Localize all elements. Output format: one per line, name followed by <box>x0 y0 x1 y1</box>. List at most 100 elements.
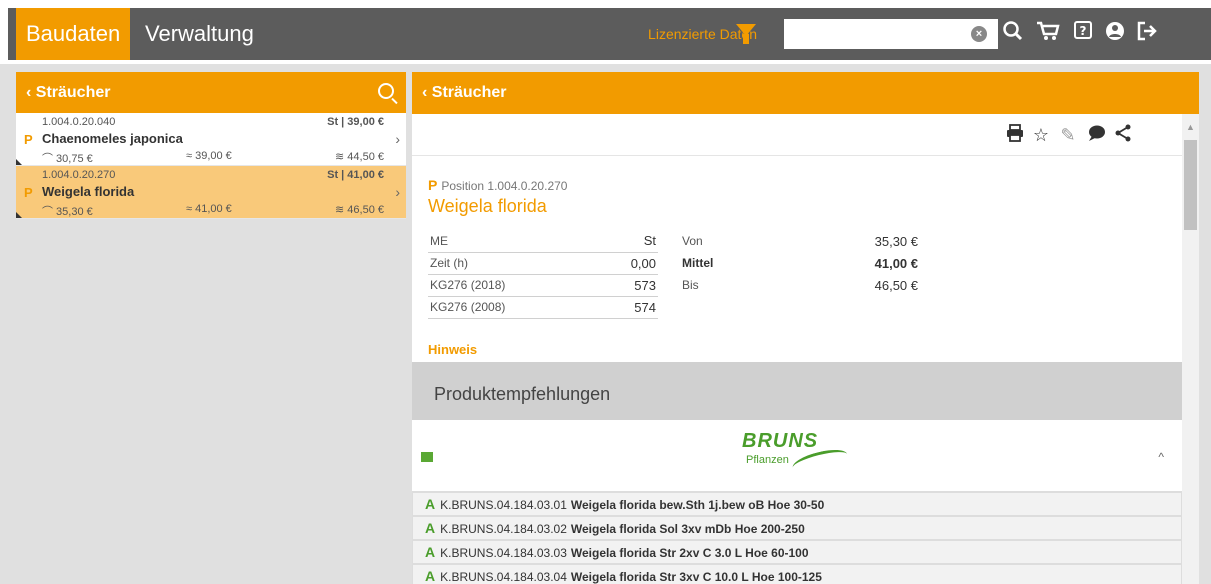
price-value: 35,30 € <box>874 233 918 249</box>
item-name: Weigela florida <box>42 184 135 199</box>
position-line: P Position 1.004.0.20.270 <box>428 177 567 193</box>
table-row: Zeit (h) 0,00 <box>428 252 658 275</box>
brand-row[interactable]: BRUNS Pflanzen ^ <box>412 420 1182 492</box>
item-max-price: ≋ 44,50 € <box>335 151 384 163</box>
product-type-icon: A <box>425 544 436 560</box>
product-row[interactable]: A K.BRUNS.04.184.03.02 Weigela florida Sol… <box>412 516 1182 540</box>
attr-value: 573 <box>595 274 658 297</box>
edit-icon[interactable]: ✎ <box>1057 124 1079 146</box>
bruns-logo: BRUNS Pflanzen <box>742 430 852 477</box>
item-code: 1.004.0.20.040 <box>42 116 116 128</box>
svg-text:?: ? <box>1080 24 1087 38</box>
attributes-table: ME St Zeit (h) 0,00 KG276 (2018) 573 KG276 … <box>428 230 658 319</box>
item-price: St | 39,00 € <box>327 116 384 128</box>
table-row: Von 35,30 € <box>680 230 920 252</box>
position-icon: P <box>24 185 33 200</box>
product-recommendations-heading: Produktempfehlungen <box>412 362 1182 420</box>
product-desc: Weigela florida Str 3xv C 10.0 L Hoe 100… <box>570 570 822 584</box>
attr-value: St <box>595 230 658 253</box>
item-price: St | 41,00 € <box>327 169 384 181</box>
table-row: ME St <box>428 230 658 253</box>
tab-verwaltung[interactable]: Verwaltung <box>135 8 264 60</box>
price-key: Mittel <box>682 256 714 270</box>
table-row: Mittel 41,00 € <box>680 252 920 274</box>
item-max-price: ≋ 46,50 € <box>335 204 384 216</box>
price-key: Bis <box>682 278 699 292</box>
product-row[interactable]: A K.BRUNS.04.184.03.04 Weigela florida Str… <box>412 564 1182 584</box>
product-code: K.BRUNS.04.184.03.02 <box>440 522 567 536</box>
list-item-selected[interactable]: 1.004.0.20.270 St | 41,00 € P Weigela fl… <box>16 166 406 219</box>
list-item[interactable]: 1.004.0.20.040 St | 39,00 € P Chaenomele… <box>16 113 406 166</box>
product-code: K.BRUNS.04.184.03.03 <box>440 546 567 560</box>
attr-key: Zeit (h) <box>428 252 596 275</box>
detail-panel: ‹ Sträucher ☆ ✎ ▲ P Position 1.004.0.20.2… <box>412 72 1199 584</box>
product-row[interactable]: A K.BRUNS.04.184.03.03 Weigela florida Str… <box>412 540 1182 564</box>
list-panel: ‹ Sträucher 1.004.0.20.040 St | 39,00 € … <box>16 72 406 584</box>
user-icon[interactable] <box>1102 20 1128 48</box>
item-code: 1.004.0.20.270 <box>42 169 116 181</box>
product-type-icon: A <box>425 496 436 512</box>
help-icon[interactable]: ? <box>1070 20 1096 48</box>
item-mid-price: ≈ 39,00 € <box>186 150 232 162</box>
position-code: 1.004.0.20.270 <box>487 179 568 193</box>
table-row: KG276 (2018) 573 <box>428 274 658 297</box>
detail-toolbar: ☆ ✎ <box>412 114 1182 156</box>
product-code: K.BRUNS.04.184.03.04 <box>440 570 567 584</box>
filter-icon-stem <box>743 34 749 44</box>
scrollbar[interactable]: ▲ <box>1182 114 1199 584</box>
back-icon[interactable]: ‹ <box>26 84 36 101</box>
brand-name: BRUNS <box>742 430 819 452</box>
item-name: Chaenomeles japonica <box>42 131 183 146</box>
detail-panel-title: Sträucher <box>431 84 507 101</box>
table-row: Bis 46,50 € <box>680 274 920 296</box>
back-icon[interactable]: ‹ <box>422 84 432 101</box>
product-type-icon: A <box>425 520 436 536</box>
chevron-right-icon: › <box>395 131 400 147</box>
share-icon[interactable] <box>1112 124 1134 146</box>
logout-icon[interactable] <box>1134 20 1160 48</box>
item-min-price: ⌒ 35,30 € <box>42 206 93 218</box>
corner-marker-icon <box>16 159 22 165</box>
detail-panel-header: ‹ Sträucher <box>412 72 1199 114</box>
item-title: Weigela florida <box>428 196 547 216</box>
product-type-icon: A <box>425 568 436 584</box>
attr-key: KG276 (2018) <box>428 274 596 297</box>
scrollbar-thumb[interactable] <box>1184 140 1197 230</box>
item-min-price: ⌒ 30,75 € <box>42 153 93 165</box>
chevron-up-icon[interactable]: ^ <box>1158 450 1164 464</box>
hinweis-heading: Hinweis <box>428 342 478 357</box>
price-table: Von 35,30 € Mittel 41,00 € Bis 46,50 € <box>680 230 920 296</box>
list-panel-header: ‹ Sträucher <box>16 72 406 113</box>
scroll-up-icon[interactable]: ▲ <box>1186 122 1195 132</box>
price-value: 41,00 € <box>874 255 918 271</box>
comment-icon[interactable] <box>1085 124 1107 146</box>
corner-marker-icon <box>16 212 22 218</box>
chevron-right-icon: › <box>395 184 400 200</box>
attr-value: 574 <box>595 296 658 319</box>
top-bar-inner: Baudaten Verwaltung Lizenzierte Daten × … <box>8 8 1211 60</box>
top-bar: Baudaten Verwaltung Lizenzierte Daten × … <box>0 0 1211 64</box>
clear-search-icon[interactable]: × <box>971 26 987 42</box>
product-row[interactable]: A K.BRUNS.04.184.03.01 Weigela florida bew… <box>412 492 1182 516</box>
product-desc: Weigela florida Sol 3xv mDb Hoe 200-250 <box>570 522 805 536</box>
print-icon[interactable] <box>1004 124 1026 146</box>
search-icon[interactable] <box>1000 20 1026 48</box>
product-code: K.BRUNS.04.184.03.01 <box>440 498 567 512</box>
cart-icon[interactable] <box>1035 20 1061 48</box>
price-key: Von <box>682 234 703 248</box>
product-desc: Weigela florida bew.Sth 1j.bew oB Hoe 30… <box>570 498 825 512</box>
search-icon[interactable] <box>378 83 394 99</box>
tab-baudaten[interactable]: Baudaten <box>16 8 131 60</box>
position-label: Position <box>441 179 485 193</box>
attr-value: 0,00 <box>595 252 658 275</box>
list-panel-title: Sträucher <box>35 84 111 101</box>
attr-key: KG276 (2008) <box>428 296 596 319</box>
brand-flag-icon <box>421 452 433 462</box>
brand-subtitle: Pflanzen <box>746 454 789 466</box>
search-input[interactable] <box>784 19 998 49</box>
price-value: 46,50 € <box>874 277 918 293</box>
attr-key: ME <box>428 230 596 253</box>
position-icon: P <box>428 177 438 193</box>
table-row: KG276 (2008) 574 <box>428 296 658 319</box>
star-icon[interactable]: ☆ <box>1030 124 1052 146</box>
